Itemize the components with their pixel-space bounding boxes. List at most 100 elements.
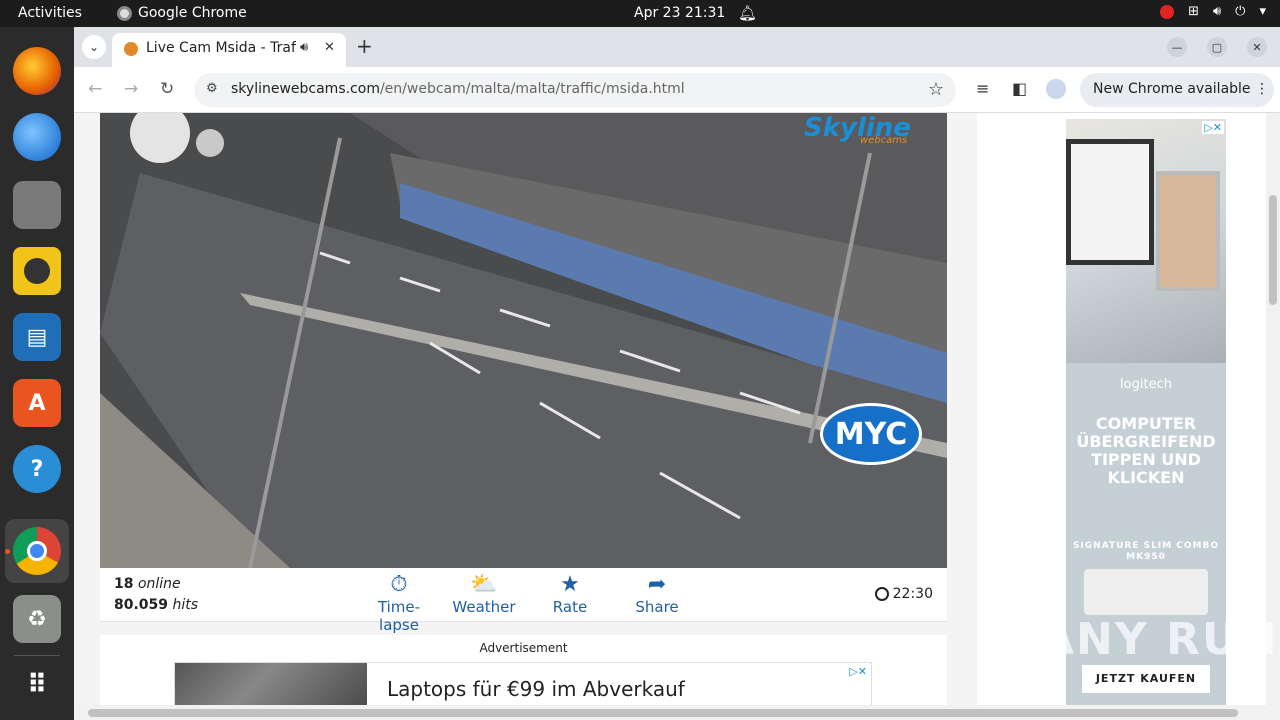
volume-icon: 🔊︎ [1212,4,1222,19]
app-center-icon[interactable]: A [13,379,61,427]
laptop-ad-banner[interactable]: Laptops für €99 im Abverkauf ▷✕ [174,662,872,705]
ad-office-photo [1066,119,1226,363]
ad-headline: COMPUTER ÜBERGREIFEND TIPPEN UND KLICKEN [1076,414,1216,487]
bookmark-star-icon[interactable]: ☆ [928,79,944,100]
advertisement-label: Advertisement [479,641,568,655]
dock: ▤ A ? ♻ ⠿ [0,27,74,720]
chrome-icon[interactable] [13,527,61,575]
bell-icon: 🔔︎ [738,4,758,22]
webcam-video[interactable]: Skyline webcams MYC [100,113,947,568]
timelapse-button[interactable]: ⏱ Time-lapse [360,572,438,634]
weather-label: Weather [452,598,516,616]
app-menu[interactable]: Google Chrome [117,5,247,21]
main-column: Skyline webcams MYC 18 online 80.059 hit… [100,113,947,705]
maximize-icon[interactable]: ▢ [1207,37,1227,57]
close-window-icon[interactable]: ✕ [1247,37,1267,57]
star-icon: ★ [560,572,580,597]
timelapse-icon: ⏱ [390,572,408,597]
power-icon: ⏻ [1235,4,1246,19]
audio-playing-icon[interactable]: 🔊︎ [300,40,308,55]
chrome-update-button[interactable]: New Chrome available ⋮ [1080,73,1274,107]
browser-toolbar: ← → ↻ ⚙ skylinewebcams.com/en/webcam/mal… [74,67,1280,113]
webcam-scene [100,113,947,568]
profile-avatar-icon[interactable] [1046,79,1066,99]
tab-live-cam[interactable]: Live Cam Msida - Traffic 🔊︎ ✕ [112,33,346,67]
more-menu-icon: ⋮ [1255,81,1269,97]
weather-icon: ⛅ [470,572,498,597]
skyline-favicon-icon [124,42,138,56]
url-text: skylinewebcams.com/en/webcam/malta/malta… [231,81,685,97]
ad-brand: logitech [1120,377,1172,392]
media-controls-icon[interactable]: ≡ [976,79,989,98]
show-apps-icon[interactable]: ⠿ [13,661,61,709]
adchoices-close-icon[interactable]: ▷✕ [849,665,867,678]
weather-button[interactable]: ⛅ Weather [452,572,516,616]
timelapse-label: Time-lapse [377,598,421,634]
share-icon: ➦ [647,572,667,597]
speaker-icon [24,258,50,284]
clock[interactable]: Apr 23 21:31 [634,5,725,21]
system-top-bar: Activities Google Chrome Apr 23 21:31 🔔︎… [0,0,1280,27]
horizontal-scroll-thumb[interactable] [88,709,1238,717]
time-value: 22:30 [892,586,933,602]
ad-product-name: SIGNATURE SLIM COMBO MK950 [1072,541,1220,562]
url-path: /en/webcam/malta/malta/traffic/msida.htm… [379,81,685,97]
running-indicator [5,549,10,554]
online-count: 18 [114,576,134,592]
rhythmbox-icon[interactable] [13,247,61,295]
trash-icon[interactable]: ♻ [13,595,61,643]
update-label: New Chrome available [1093,81,1251,97]
ad-monitor-image [1066,139,1154,265]
advertisement-block: Advertisement Laptops für €99 im Abverka… [100,635,947,705]
chrome-center [27,541,47,561]
new-tab-button[interactable]: + [356,34,373,58]
ad-cta-button[interactable]: JETZT KAUFEN [1082,665,1210,693]
tab-strip: ⌄ Live Cam Msida - Traffic 🔊︎ ✕ + — ▢ ✕ [74,27,1280,67]
tab-title: Live Cam Msida - Traffic [146,40,296,56]
libreoffice-writer-icon[interactable]: ▤ [13,313,61,361]
thunderbird-icon[interactable] [13,113,61,161]
dock-separator [14,655,60,656]
tab-close-icon[interactable]: ✕ [324,40,335,55]
webcam-info-bar: 18 online 80.059 hits ⏱ Time-lapse ⛅ Wea… [100,568,947,634]
app-name: Google Chrome [138,5,247,21]
share-label: Share [635,598,679,616]
chrome-small-icon [117,5,132,21]
tray-chevron-down-icon: ▾ [1259,4,1266,19]
help-icon[interactable]: ? [13,445,61,493]
ad-laptops-image [175,663,367,705]
vertical-scroll-thumb[interactable] [1269,195,1277,305]
side-panel-icon[interactable]: ◧ [1012,79,1027,98]
tab-search-chevron-down-icon[interactable]: ⌄ [82,35,106,59]
horizontal-scrollbar[interactable] [74,705,1280,720]
side-adchoices-close-icon[interactable]: ▷✕ [1202,121,1224,134]
forward-arrow-icon[interactable]: → [124,79,138,99]
address-bar[interactable]: ⚙ skylinewebcams.com/en/webcam/malta/mal… [194,73,956,107]
back-arrow-icon[interactable]: ← [88,79,102,99]
minimize-icon[interactable]: — [1167,37,1187,57]
reload-icon[interactable]: ↻ [160,79,174,99]
myc-overlay-logo: MYC [820,403,922,465]
hits-count: 80.059 [114,597,169,613]
site-info-icon[interactable]: ⚙ [206,81,218,96]
activities-button[interactable]: Activities [18,5,82,21]
rate-button[interactable]: ★ Rate [548,572,592,616]
hits-label: hits [172,597,199,613]
hits-counter: 80.059 hits [114,597,198,613]
anyrun-watermark: ANY RUN [1040,614,1279,665]
ad-banner-text: Laptops für €99 im Abverkauf [387,677,685,701]
share-button[interactable]: ➦ Share [630,572,684,616]
files-icon[interactable] [13,181,61,229]
online-label: online [137,576,181,592]
network-icon: ⊞ [1188,4,1199,19]
ad-laptop-image [1156,171,1220,291]
online-counter: 18 online [114,576,181,592]
rate-label: Rate [552,598,588,616]
error-indicator-icon[interactable] [1160,4,1175,19]
url-host: skylinewebcams.com [231,81,380,97]
skyline-logo-sub: webcams [860,135,908,146]
firefox-icon[interactable] [13,47,61,95]
ad-keyboard-image [1084,569,1208,615]
system-tray[interactable]: ⊞ 🔊︎ ⏻ ▾ [1160,4,1266,19]
webcam-local-time: 22:30 [874,586,933,602]
